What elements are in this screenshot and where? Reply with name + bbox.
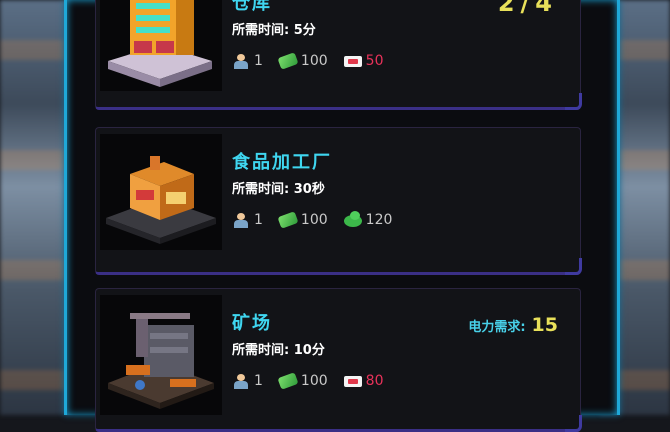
ticket-icon xyxy=(343,375,362,387)
worker-cost: 1 xyxy=(254,212,263,228)
cash-icon xyxy=(277,52,299,70)
building-card-mine[interactable]: 矿场 所需时间: 10分 1 100 80 电力需求: 15 xyxy=(95,288,582,432)
cost-row: 1 100 120 xyxy=(232,211,404,229)
cash-cost: 100 xyxy=(300,373,328,389)
build-time: 所需时间: 10分 xyxy=(232,343,325,358)
power-label: 电力需求: xyxy=(468,320,526,335)
cash-icon xyxy=(277,211,299,229)
cash-cost: 100 xyxy=(300,53,328,69)
cash-cost: 100 xyxy=(300,212,328,228)
worker-icon xyxy=(232,54,250,69)
worker-cost: 1 xyxy=(254,53,263,69)
build-time: 所需时间: 5分 xyxy=(232,23,316,38)
leaf-cost: 120 xyxy=(365,212,393,228)
build-time: 所需时间: 30秒 xyxy=(232,182,325,197)
building-card-warehouse[interactable]: 仓库 所需时间: 5分 1 100 50 2/4 xyxy=(95,0,582,110)
warehouse-thumbnail xyxy=(100,0,222,91)
power-value: 15 xyxy=(531,314,558,336)
ticket-cost: 80 xyxy=(365,373,384,389)
cash-icon xyxy=(277,372,299,390)
ticket-cost: 50 xyxy=(365,53,384,69)
building-name: 矿场 xyxy=(232,313,272,334)
worker-icon xyxy=(232,213,250,228)
food-factory-thumbnail xyxy=(100,134,222,250)
ticket-icon xyxy=(343,55,362,67)
worker-icon xyxy=(232,374,250,389)
mine-thumbnail xyxy=(100,295,222,415)
build-count: 2/4 xyxy=(497,0,558,17)
building-list-panel[interactable]: 仓库 所需时间: 5分 1 100 50 2/4 食品加工厂 所需时间: 30秒… xyxy=(64,0,620,432)
cost-row: 1 100 50 xyxy=(232,52,395,70)
building-name: 仓库 xyxy=(232,0,272,14)
power-requirement: 电力需求: 15 xyxy=(468,314,558,336)
worker-cost: 1 xyxy=(254,373,263,389)
building-card-food-factory[interactable]: 食品加工厂 所需时间: 30秒 1 100 120 xyxy=(95,127,582,275)
cost-row: 1 100 80 xyxy=(232,372,395,390)
leaf-icon xyxy=(343,211,362,227)
background-left xyxy=(0,0,70,415)
building-name: 食品加工厂 xyxy=(232,152,332,173)
